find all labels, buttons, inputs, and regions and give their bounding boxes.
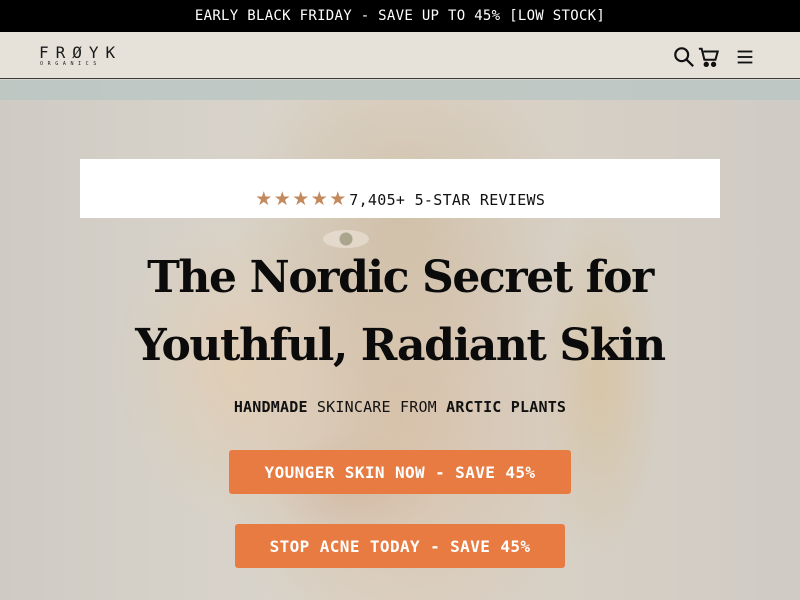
menu-icon[interactable]	[734, 46, 756, 68]
stop-acne-cta-button[interactable]: STOP ACNE TODAY - SAVE 45%	[235, 524, 565, 568]
star-icon: ★	[273, 189, 291, 210]
hero-headline: The Nordic Secret for Youthful, Radiant …	[0, 244, 800, 380]
hero-image-band	[0, 80, 800, 100]
headline-line-2: Youthful, Radiant Skin	[135, 320, 666, 371]
brand-logo[interactable]: FRØYK ORGANICS	[39, 45, 143, 69]
reviews-count: 7,405+ 5-STAR REVIEWS	[349, 191, 546, 209]
hero-section: ★ ★ ★ ★ ★ 7,405+ 5-STAR REVIEWS The Nord…	[0, 80, 800, 600]
logo-subtitle: ORGANICS	[40, 61, 101, 67]
younger-skin-cta-button[interactable]: YOUNGER SKIN NOW - SAVE 45%	[229, 450, 571, 494]
star-icon: ★	[292, 189, 310, 210]
announcement-bar: EARLY BLACK FRIDAY - SAVE UP TO 45% [LOW…	[0, 0, 800, 32]
star-icon: ★	[310, 189, 328, 210]
announcement-text: EARLY BLACK FRIDAY - SAVE UP TO 45% [LOW…	[194, 8, 606, 24]
headline-line-1: The Nordic Secret for	[147, 252, 654, 303]
rating-stars: ★ ★ ★ ★ ★	[255, 189, 348, 210]
reviews-banner: ★ ★ ★ ★ ★ 7,405+ 5-STAR REVIEWS	[80, 159, 720, 218]
logo-wordmark: FRØYK	[39, 43, 123, 62]
subhead-emphasis-2: ARCTIC PLANTS	[446, 398, 567, 416]
subhead-middle: SKINCARE FROM	[307, 398, 447, 416]
star-icon: ★	[329, 189, 347, 210]
site-header: FRØYK ORGANICS	[0, 32, 800, 79]
star-icon: ★	[255, 189, 273, 210]
cart-icon[interactable]	[698, 46, 720, 68]
search-icon[interactable]	[673, 46, 695, 68]
hero-subheadline: HANDMADE SKINCARE FROM ARCTIC PLANTS	[0, 398, 800, 416]
subhead-emphasis-1: HANDMADE	[233, 398, 308, 416]
